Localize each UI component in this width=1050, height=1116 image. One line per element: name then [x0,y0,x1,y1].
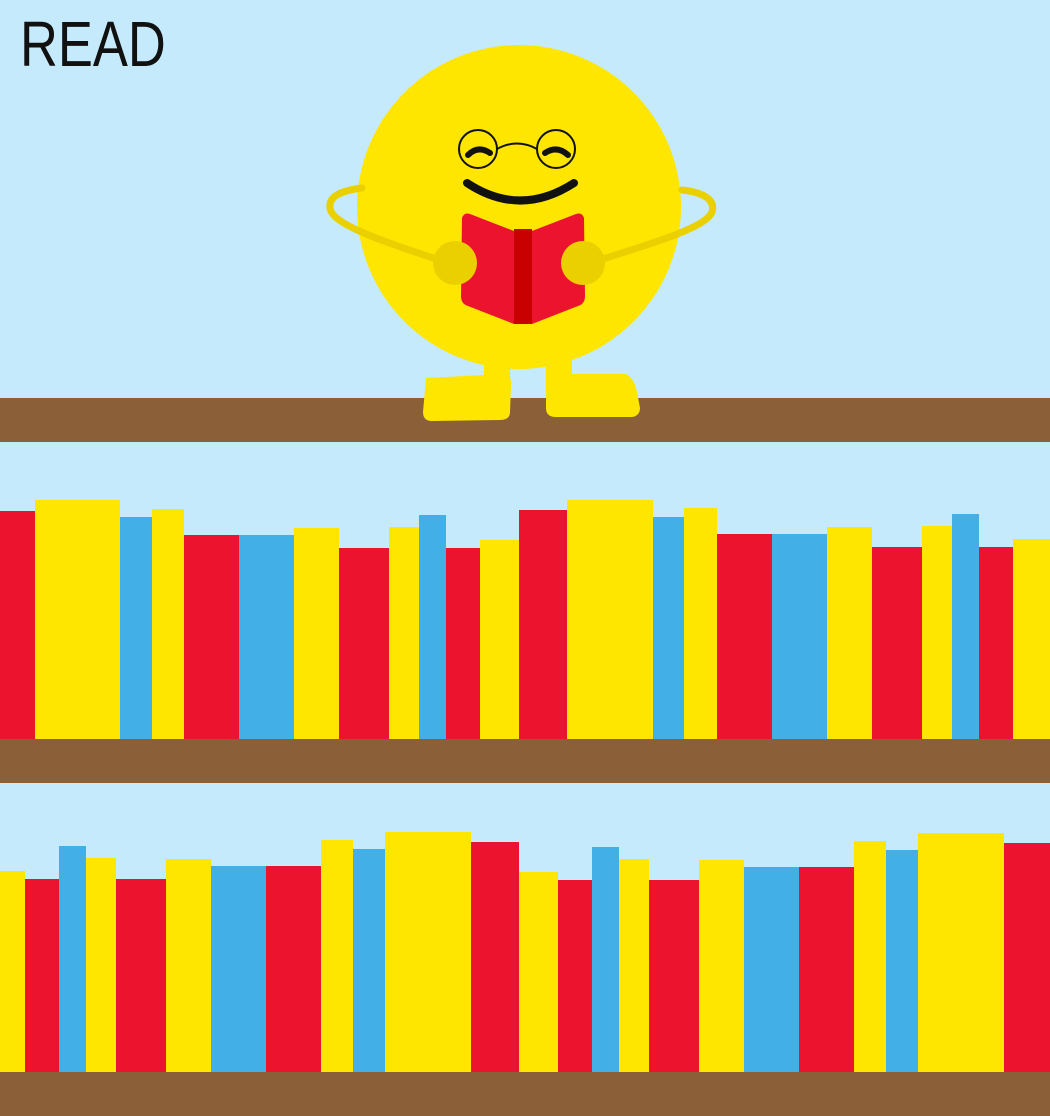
book-blue [772,534,827,739]
book-yellow [152,509,184,739]
book-red [649,880,699,1072]
middle-shelf [0,738,1050,783]
book-yellow [922,526,952,739]
book-red [339,548,389,739]
book-blue [120,517,152,739]
book-red [872,547,922,739]
book-blue [952,514,979,739]
book-red [519,510,567,739]
book-yellow [827,527,872,739]
book-yellow [854,841,886,1072]
book-blue [211,866,266,1072]
book-yellow [385,832,471,1072]
book-yellow [519,872,558,1072]
book-red [799,867,854,1072]
book-yellow [567,500,653,739]
left-hand [433,241,477,285]
book-red [0,511,35,739]
book-red [116,879,166,1072]
book-yellow [86,858,116,1072]
book-yellow [35,500,120,739]
book-yellow [918,833,1004,1072]
book-blue [744,867,799,1072]
book-blue [419,515,446,739]
book-yellow [1013,539,1050,739]
book-yellow [0,871,25,1072]
reading-character [326,45,717,421]
book-blue [353,849,385,1072]
book-red [558,880,592,1072]
book-blue [886,850,918,1072]
book-blue [239,535,294,739]
book-yellow [480,540,519,739]
right-hand [561,241,605,285]
book-yellow [321,840,353,1072]
book-red [979,547,1013,739]
book-red [1004,843,1050,1072]
book-yellow [389,527,419,739]
book-red [184,535,239,739]
book-yellow [166,859,211,1072]
bottom-shelf [0,1071,1050,1116]
book-red [446,548,480,739]
book-yellow [684,508,717,739]
bookshelf-scene [0,0,1050,1116]
book-yellow [699,860,744,1072]
book-blue [592,847,619,1072]
book-yellow [619,859,649,1072]
book-red [266,866,321,1072]
book-red [25,879,59,1072]
book-blue [653,517,684,739]
book-yellow [294,528,339,739]
book-red [717,534,772,739]
book-blue [59,846,86,1072]
book-red [471,842,519,1072]
